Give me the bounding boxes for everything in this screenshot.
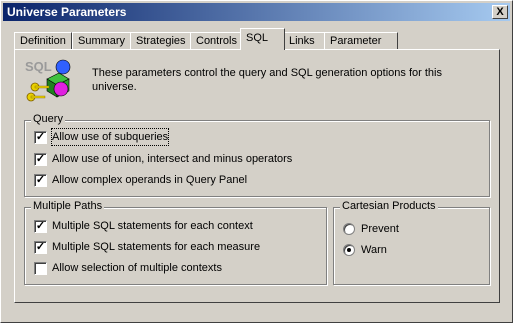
tab-controls[interactable]: Controls: [190, 32, 244, 50]
tab-strategies[interactable]: Strategies: [130, 32, 198, 50]
checkbox-box[interactable]: ✓: [34, 153, 47, 166]
checkbox-label: Allow complex operands in Query Panel: [52, 174, 248, 186]
tab-summary[interactable]: Summary: [72, 32, 132, 50]
checkbox-label: Allow use of subqueries: [50, 128, 170, 146]
checkbox-box[interactable]: [34, 262, 47, 275]
query-group-legend: Query: [31, 113, 65, 125]
cartesian-products-group: Cartesian Products Prevent Warn: [333, 200, 490, 285]
sql-icon-text: SQL: [25, 59, 52, 74]
multiple-paths-legend: Multiple Paths: [31, 200, 105, 212]
radio-circle[interactable]: [343, 223, 355, 235]
checkbox-box[interactable]: ✓: [34, 131, 47, 144]
radio-label: Prevent: [361, 223, 399, 235]
radio-circle[interactable]: [343, 244, 355, 256]
radio-selected-dot: [347, 248, 351, 252]
checkbox-label: Multiple SQL statements for each context: [52, 220, 253, 232]
checkbox-label: Multiple SQL statements for each measure: [52, 241, 261, 253]
tab-links[interactable]: Links: [283, 32, 325, 50]
title-bar[interactable]: Universe Parameters X: [3, 3, 510, 21]
checkbox-box[interactable]: ✓: [34, 241, 47, 254]
checkbox-box[interactable]: ✓: [34, 220, 47, 233]
checkbox-box[interactable]: ✓: [34, 174, 47, 187]
checkbox-label: Allow use of union, intersect and minus …: [52, 153, 293, 165]
sql-icon: SQL: [25, 59, 71, 102]
cartesian-products-legend: Cartesian Products: [340, 200, 438, 212]
radio-label: Warn: [361, 244, 387, 256]
query-group: Query ✓ Allow use of subqueries ✓ Allow …: [24, 113, 490, 197]
tab-parameter[interactable]: Parameter: [324, 32, 398, 50]
checkbox-label: Allow selection of multiple contexts: [52, 262, 222, 274]
description-text: These parameters control the query and S…: [92, 67, 442, 93]
window-title: Universe Parameters: [7, 5, 127, 19]
tab-sql[interactable]: SQL: [240, 28, 285, 50]
multiple-paths-group: Multiple Paths ✓ Multiple SQL statements…: [24, 200, 327, 285]
tab-definition[interactable]: Definition: [14, 32, 72, 50]
close-button[interactable]: X: [492, 5, 508, 19]
